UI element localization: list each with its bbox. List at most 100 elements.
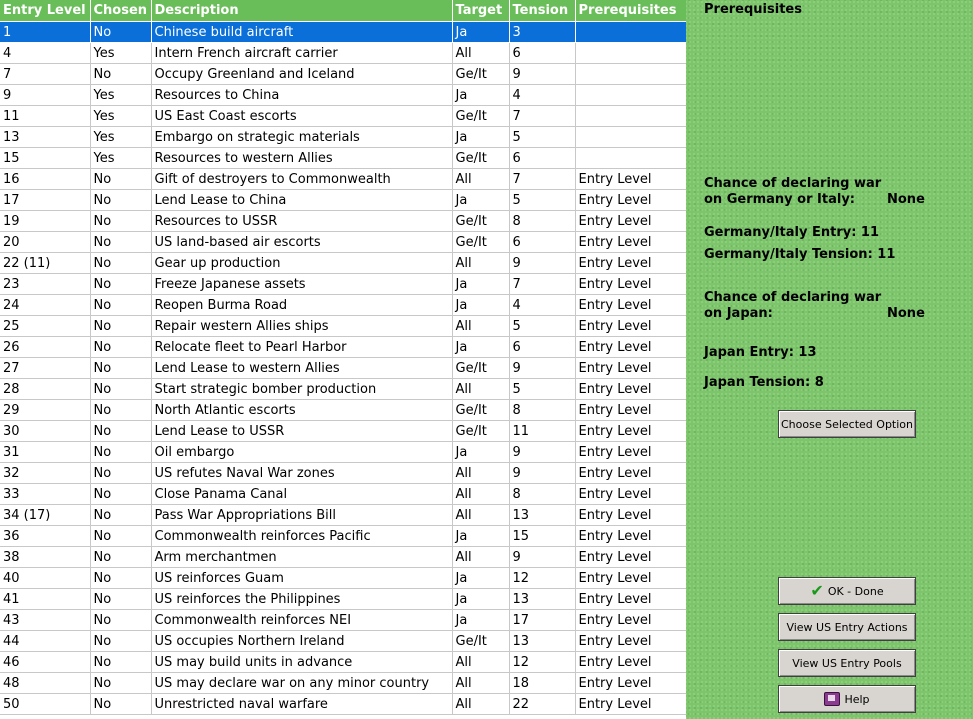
column-header-target[interactable]: Target bbox=[452, 0, 510, 22]
cell-target: Ge/It bbox=[452, 147, 510, 169]
table-row[interactable]: 40 No US reinforces Guam Ja 12 Entry Level bbox=[0, 567, 686, 589]
column-header-chosen[interactable]: Chosen bbox=[90, 0, 152, 22]
table-row[interactable]: 13 Yes Embargo on strategic materials Ja 5 bbox=[0, 126, 686, 148]
japan-tension: Japan Tension: 8 bbox=[704, 375, 824, 390]
cell-prerequisites: Entry Level bbox=[575, 525, 686, 547]
cell-tension: 9 bbox=[509, 252, 576, 274]
cell-target: All bbox=[452, 462, 510, 484]
cell-description: US reinforces Guam bbox=[151, 567, 453, 589]
chance-germany-label-line1: Chance of declaring war bbox=[704, 176, 882, 191]
view-pools-button-label: View US Entry Pools bbox=[792, 656, 902, 670]
table-row[interactable]: 38 No Arm merchantmen All 9 Entry Level bbox=[0, 546, 686, 568]
cell-tension: 15 bbox=[509, 525, 576, 547]
cell-entry-level: 17 bbox=[0, 189, 91, 211]
cell-entry-level: 46 bbox=[0, 651, 91, 673]
cell-description: Freeze Japanese assets bbox=[151, 273, 453, 295]
cell-tension: 8 bbox=[509, 210, 576, 232]
table-row[interactable]: 44 No US occupies Northern Ireland Ge/It 13 E… bbox=[0, 630, 686, 652]
column-header-prerequisites[interactable]: Prerequisites bbox=[575, 0, 686, 22]
table-row[interactable]: 19 No Resources to USSR Ge/It 8 Entry Level bbox=[0, 210, 686, 232]
help-button[interactable]: Help bbox=[778, 685, 916, 713]
cell-target: Ge/It bbox=[452, 63, 510, 85]
cell-description: US may declare war on any minor country bbox=[151, 672, 453, 694]
table-row[interactable]: 30 No Lend Lease to USSR Ge/It 11 Entry Level bbox=[0, 420, 686, 442]
cell-prerequisites: Entry Level bbox=[575, 609, 686, 631]
table-row[interactable]: 23 No Freeze Japanese assets Ja 7 Entry Level bbox=[0, 273, 686, 295]
column-header-tension[interactable]: Tension bbox=[509, 0, 576, 22]
cell-tension: 8 bbox=[509, 483, 576, 505]
table-row[interactable]: 29 No North Atlantic escorts Ge/It 8 Entry Le… bbox=[0, 399, 686, 421]
cell-target: Ge/It bbox=[452, 630, 510, 652]
table-row[interactable]: 36 No Commonwealth reinforces Pacific Ja 15 E… bbox=[0, 525, 686, 547]
column-header-entry-level[interactable]: Entry Level bbox=[0, 0, 91, 22]
cell-entry-level: 29 bbox=[0, 399, 91, 421]
table-row[interactable]: 33 No Close Panama Canal All 8 Entry Level bbox=[0, 483, 686, 505]
cell-target: Ja bbox=[452, 588, 510, 610]
table-row[interactable]: 25 No Repair western Allies ships All 5 Entry… bbox=[0, 315, 686, 337]
cell-prerequisites bbox=[575, 42, 686, 64]
cell-entry-level: 36 bbox=[0, 525, 91, 547]
cell-chosen: No bbox=[90, 399, 152, 421]
cell-prerequisites: Entry Level bbox=[575, 252, 686, 274]
cell-target: All bbox=[452, 672, 510, 694]
cell-chosen: No bbox=[90, 21, 152, 43]
cell-entry-level: 32 bbox=[0, 462, 91, 484]
cell-tension: 17 bbox=[509, 609, 576, 631]
choose-button-label: Choose Selected Option bbox=[781, 417, 913, 431]
cell-chosen: No bbox=[90, 273, 152, 295]
table-row[interactable]: 22 (11) No Gear up production All 9 Entry Lev… bbox=[0, 252, 686, 274]
table-row[interactable]: 11 Yes US East Coast escorts Ge/It 7 bbox=[0, 105, 686, 127]
cell-chosen: No bbox=[90, 462, 152, 484]
cell-description: Resources to USSR bbox=[151, 210, 453, 232]
view-us-entry-actions-button[interactable]: View US Entry Actions bbox=[778, 613, 916, 641]
cell-prerequisites bbox=[575, 147, 686, 169]
chance-germany-label-line2: on Germany or Italy: bbox=[704, 192, 856, 207]
cell-entry-level: 27 bbox=[0, 357, 91, 379]
cell-chosen: Yes bbox=[90, 147, 152, 169]
cell-tension: 5 bbox=[509, 189, 576, 211]
cell-description: Lend Lease to western Allies bbox=[151, 357, 453, 379]
column-header-description[interactable]: Description bbox=[151, 0, 453, 22]
view-us-entry-pools-button[interactable]: View US Entry Pools bbox=[778, 649, 916, 677]
cell-entry-level: 43 bbox=[0, 609, 91, 631]
cell-chosen: No bbox=[90, 252, 152, 274]
cell-chosen: No bbox=[90, 609, 152, 631]
table-row[interactable]: 26 No Relocate fleet to Pearl Harbor Ja 6 Ent… bbox=[0, 336, 686, 358]
cell-chosen: No bbox=[90, 441, 152, 463]
table-row[interactable]: 17 No Lend Lease to China Ja 5 Entry Level bbox=[0, 189, 686, 211]
cell-tension: 6 bbox=[509, 147, 576, 169]
table-row[interactable]: 9 Yes Resources to China Ja 4 bbox=[0, 84, 686, 106]
cell-entry-level: 13 bbox=[0, 126, 91, 148]
choose-selected-option-button[interactable]: Choose Selected Option bbox=[778, 410, 916, 438]
cell-target: All bbox=[452, 168, 510, 190]
ok-done-button[interactable]: ✔ OK - Done bbox=[778, 577, 916, 605]
cell-entry-level: 9 bbox=[0, 84, 91, 106]
table-row[interactable]: 48 No US may declare war on any minor coun… bbox=[0, 672, 686, 694]
table-row[interactable]: 27 No Lend Lease to western Allies Ge/It 9 En… bbox=[0, 357, 686, 379]
cell-chosen: No bbox=[90, 378, 152, 400]
table-row[interactable]: 7 No Occupy Greenland and Iceland Ge/It 9 bbox=[0, 63, 686, 85]
table-row[interactable]: 34 (17) No Pass War Appropriations Bill All… bbox=[0, 504, 686, 526]
cell-chosen: No bbox=[90, 483, 152, 505]
table-row[interactable]: 4 Yes Intern French aircraft carrier All 6 bbox=[0, 42, 686, 64]
table-row[interactable]: 43 No Commonwealth reinforces NEI Ja 17 Entry… bbox=[0, 609, 686, 631]
table-row[interactable]: 1 No Chinese build aircraft Ja 3 bbox=[0, 21, 686, 43]
cell-description: Gear up production bbox=[151, 252, 453, 274]
table-row[interactable]: 31 No Oil embargo Ja 9 Entry Level bbox=[0, 441, 686, 463]
table-row[interactable]: 32 No US refutes Naval War zones All 9 Entry … bbox=[0, 462, 686, 484]
cell-entry-level: 26 bbox=[0, 336, 91, 358]
table-row[interactable]: 28 No Start strategic bomber production All… bbox=[0, 378, 686, 400]
cell-entry-level: 50 bbox=[0, 693, 91, 715]
cell-chosen: No bbox=[90, 168, 152, 190]
table-row[interactable]: 41 No US reinforces the Philippines Ja 13 Ent… bbox=[0, 588, 686, 610]
cell-tension: 9 bbox=[509, 546, 576, 568]
table-row[interactable]: 50 No Unrestricted naval warfare All 22 Entry… bbox=[0, 693, 686, 715]
cell-target: Ge/It bbox=[452, 357, 510, 379]
table-row[interactable]: 24 No Reopen Burma Road Ja 4 Entry Level bbox=[0, 294, 686, 316]
table-row[interactable]: 20 No US land-based air escorts Ge/It 6 Entry… bbox=[0, 231, 686, 253]
cell-target: Ge/It bbox=[452, 210, 510, 232]
table-row[interactable]: 46 No US may build units in advance All 12 En… bbox=[0, 651, 686, 673]
table-row[interactable]: 15 Yes Resources to western Allies Ge/It 6 bbox=[0, 147, 686, 169]
table-row[interactable]: 16 No Gift of destroyers to Commonwealth Al… bbox=[0, 168, 686, 190]
cell-target: All bbox=[452, 651, 510, 673]
